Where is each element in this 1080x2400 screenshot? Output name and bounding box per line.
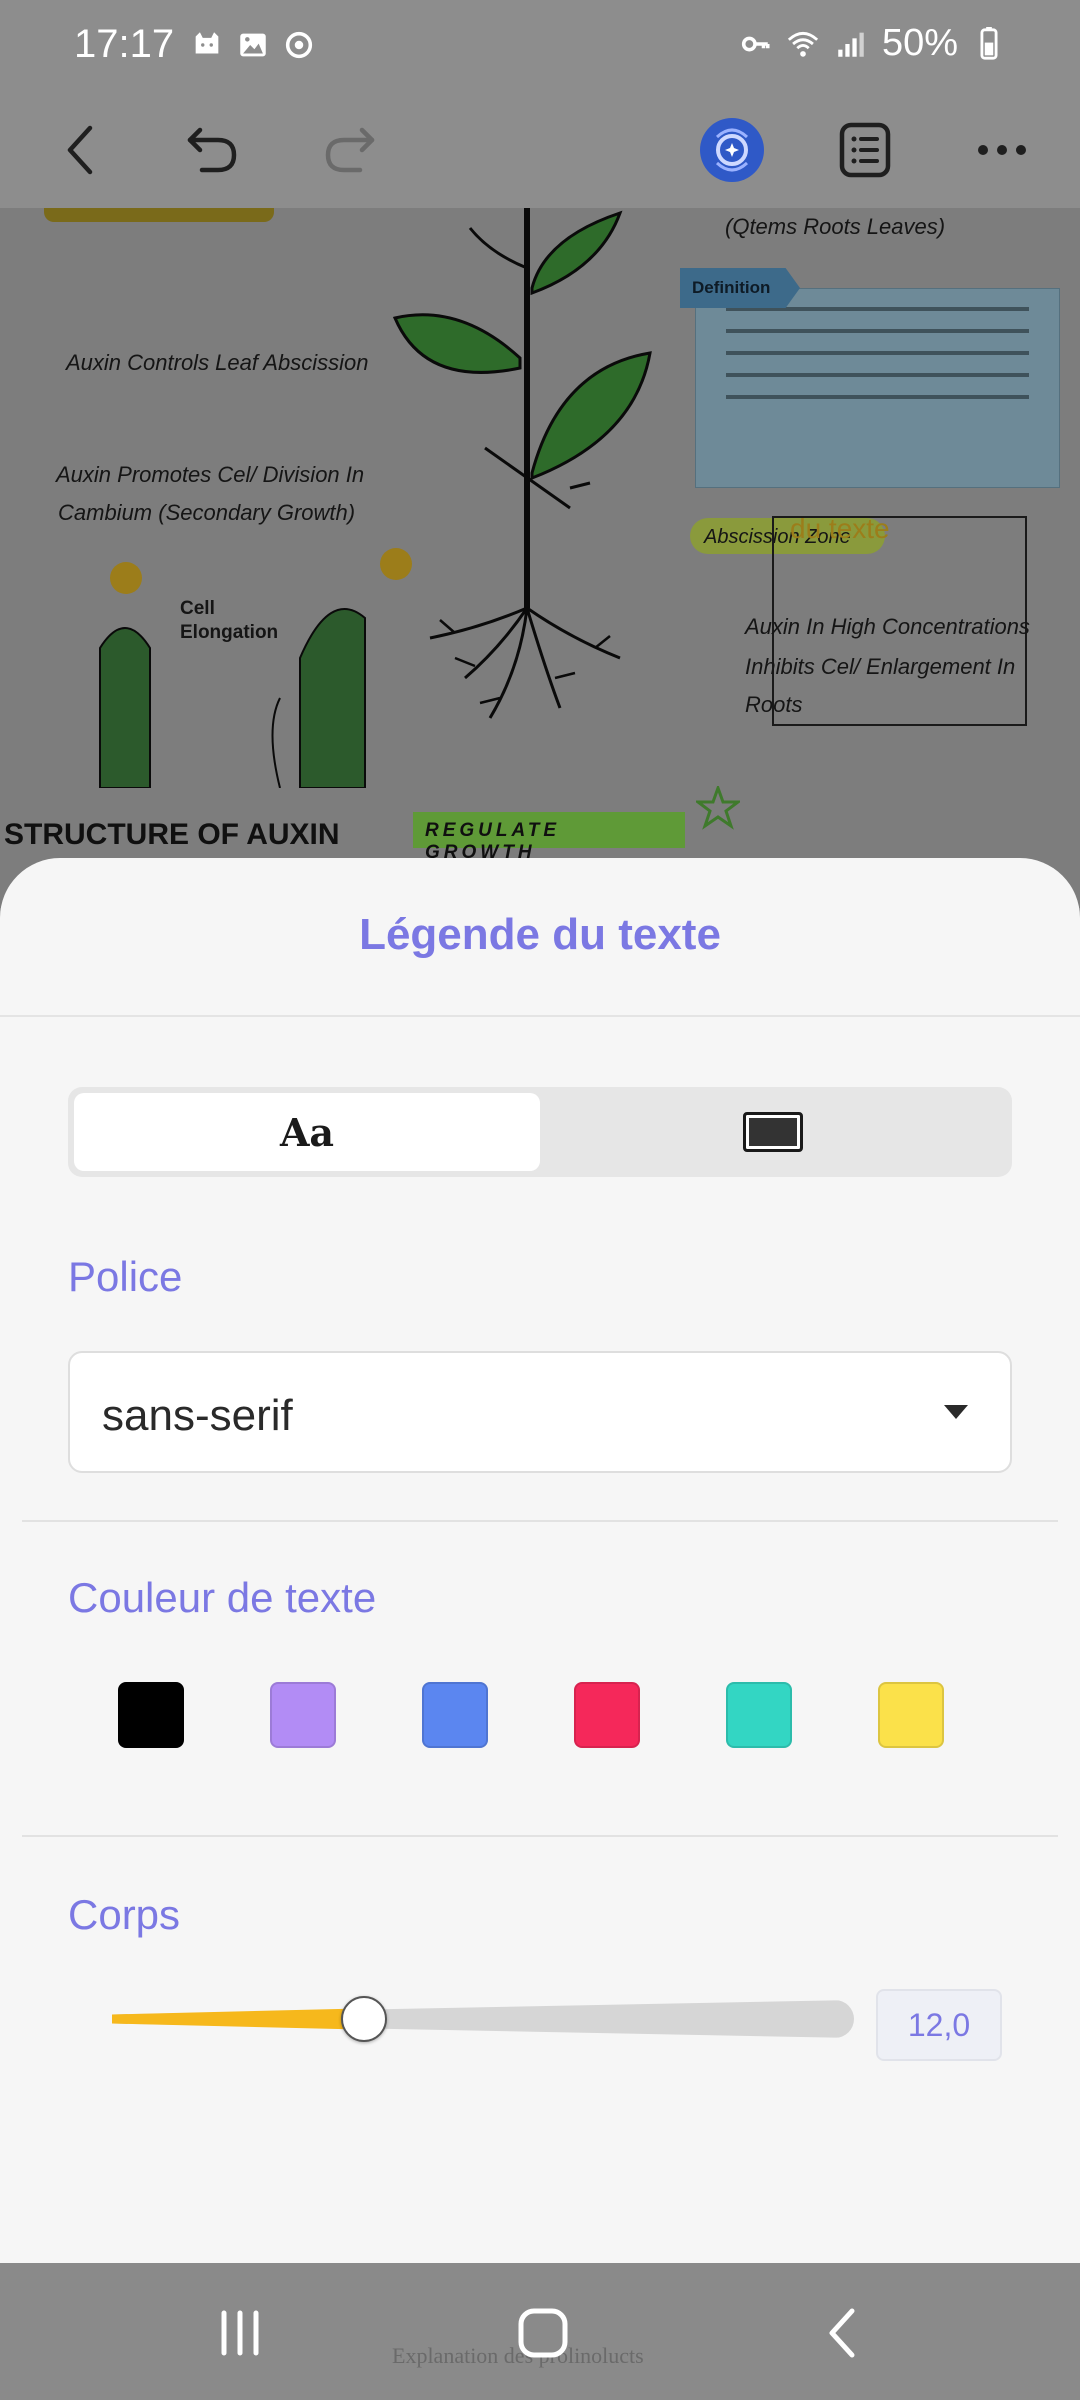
box-style-tab[interactable] (540, 1093, 1006, 1171)
status-bar: 17:17 50% (0, 0, 1080, 92)
redo-button[interactable] (310, 110, 390, 190)
text-caption-sheet: Légende du texte Aa Police sans-serif Co… (0, 858, 1080, 2263)
text-color-section-label: Couleur de texte (68, 1574, 377, 1621)
key-icon (741, 36, 770, 51)
color-swatch[interactable] (574, 1682, 640, 1748)
back-nav-button[interactable] (802, 2303, 882, 2363)
text-style-tab[interactable]: Aa (74, 1093, 540, 1171)
more-options-button[interactable] (962, 110, 1042, 190)
doc-heading-structure: STRUCTURE OF AUXIN (4, 818, 340, 851)
doc-label-leaf-abscission: Auxin Controls Leaf Abscission (66, 350, 369, 375)
definition-badge: Definition (680, 268, 800, 308)
home-button[interactable] (503, 2303, 583, 2363)
back-nav-icon (829, 2308, 855, 2358)
box-style-icon (743, 1112, 803, 1152)
doc-label-cell-division-1: Auxin Promotes Cel/ Division In (56, 462, 365, 487)
font-section-label: Police (68, 1253, 183, 1300)
style-segmented-control: Aa (68, 1087, 1012, 1177)
sync-icon (285, 31, 313, 59)
sheet-title: Légende du texte (359, 910, 721, 959)
ai-assistant-button[interactable] (692, 110, 772, 190)
home-icon (518, 2308, 568, 2358)
doc-label-auxin-high-3: Roots (745, 692, 803, 717)
back-button[interactable] (40, 110, 120, 190)
color-swatch[interactable] (270, 1682, 336, 1748)
cell-elongation-illustration (99, 548, 412, 788)
size-section-label: Corps (68, 1891, 181, 1938)
star-doodle-icon (696, 786, 740, 830)
size-slider-thumb[interactable] (341, 1996, 388, 2042)
doc-regulate-growth: REGULATE GROWTH (413, 812, 685, 863)
doc-label-auxin-high-1: Auxin In High Concentrations (745, 614, 1030, 639)
recent-apps-icon (221, 2310, 259, 2356)
size-value-field[interactable]: 12,0 (876, 1989, 1002, 2061)
ai-assistant-icon (700, 118, 764, 182)
highlight-strip (44, 208, 274, 222)
size-slider-fill (112, 2008, 365, 2030)
signal-icon (838, 32, 864, 57)
color-swatch[interactable] (118, 1682, 184, 1748)
undo-button[interactable] (172, 110, 252, 190)
section-divider (22, 1520, 1058, 1522)
status-notification-icons (190, 28, 316, 62)
doc-label-auxin-high-2: Inhibits Cel/ Enlargement In (745, 654, 1016, 679)
battery-icon (980, 26, 998, 60)
definition-box (695, 288, 1060, 488)
color-swatch[interactable] (878, 1682, 944, 1748)
redo-icon (325, 127, 375, 173)
outline-icon (839, 122, 891, 178)
doc-label-cell-division-2: Cambium (Secondary Growth) (58, 500, 356, 525)
wifi-icon (787, 31, 819, 57)
cat-icon (195, 32, 219, 54)
editor-toolbar (0, 92, 1080, 208)
image-icon (240, 33, 266, 57)
section-divider (22, 1835, 1058, 1837)
document-canvas[interactable]: (Qtems Roots Leaves) Definition Auxin Co… (0, 208, 1080, 908)
color-swatch[interactable] (422, 1682, 488, 1748)
system-navigation-bar: Explanation des prolinolucts (0, 2263, 1080, 2400)
more-icon (978, 145, 1026, 155)
outline-button[interactable] (825, 110, 905, 190)
dropdown-caret-icon (944, 1405, 968, 1419)
sheet-divider (0, 1015, 1080, 1017)
back-icon (67, 125, 93, 175)
recent-apps-button[interactable] (200, 2303, 280, 2363)
font-dropdown[interactable]: sans-serif (68, 1351, 1012, 1473)
color-swatch[interactable] (726, 1682, 792, 1748)
status-system-icons: 50% (738, 22, 1006, 65)
undo-icon (187, 127, 237, 173)
doc-label-stems: (Qtems Roots Leaves) (725, 214, 946, 239)
status-time: 17:17 (74, 22, 175, 66)
battery-percent: 50% (881, 22, 958, 64)
font-dropdown-value: sans-serif (102, 1391, 293, 1440)
